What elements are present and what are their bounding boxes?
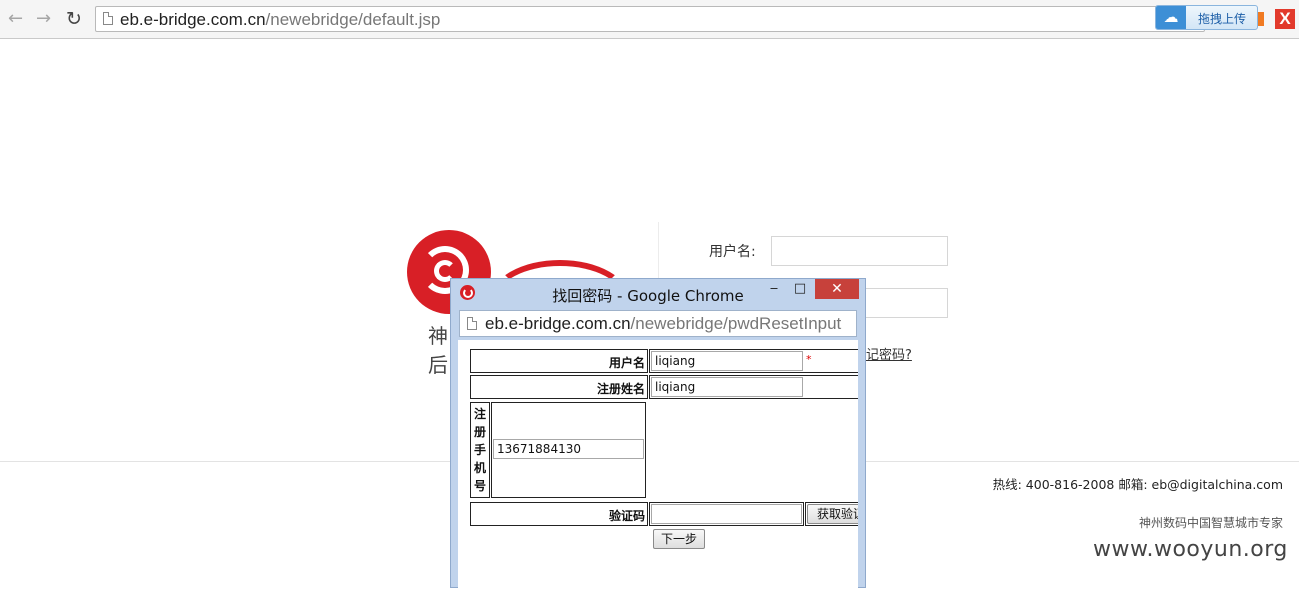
phone-input[interactable]	[493, 439, 644, 459]
forgot-password-link[interactable]: 记密码?	[866, 344, 912, 363]
captcha-input[interactable]	[651, 504, 802, 524]
watermark: www.wooyun.org	[1093, 537, 1288, 562]
get-code-button[interactable]: 获取验证码	[807, 504, 858, 524]
drag-upload-button[interactable]: ☁ 拖拽上传	[1155, 5, 1258, 30]
close-icon[interactable]: X	[1275, 9, 1295, 29]
minimize-icon[interactable]: ‒	[767, 279, 781, 299]
login-username-label: 用户名:	[709, 244, 756, 260]
upload-label: 拖拽上传	[1198, 12, 1247, 26]
extension-icon[interactable]	[1258, 12, 1264, 26]
popup-address-bar[interactable]: eb.e-bridge.com.cn/newebridge/pwdResetIn…	[459, 310, 857, 337]
username-value-cell: *	[649, 349, 858, 373]
regname-value-cell	[649, 375, 858, 399]
login-username-input[interactable]	[771, 236, 948, 266]
phone-label: 注 册 手 机 号	[473, 407, 486, 493]
captcha-label-cell: 验证码	[470, 502, 648, 526]
popup-titlebar[interactable]: 找回密码 - Google Chrome ‒ □ ✕	[451, 279, 865, 307]
phone-value-cell	[491, 402, 646, 498]
regname-label-cell: 注册姓名	[470, 375, 648, 399]
browser-toolbar: ← → ↻ eb.e-bridge.com.cn/newebridge/defa…	[0, 0, 1299, 39]
regname-label: 注册姓名	[596, 382, 645, 396]
next-step-button[interactable]: 下一步	[653, 529, 705, 549]
logo-text-2: 后	[428, 353, 448, 377]
footer-contact: 热线: 400-816-2008 邮箱: eb@digitalchina.com	[992, 477, 1283, 492]
get-code-cell: 获取验证码	[805, 502, 858, 526]
footer-slogan: 神州数码中国智慧城市专家	[1138, 516, 1283, 530]
password-reset-popup: 找回密码 - Google Chrome ‒ □ ✕ eb.e-bridge.c…	[450, 278, 866, 590]
maximize-icon[interactable]: □	[793, 279, 807, 299]
popup-close-icon[interactable]: ✕	[815, 279, 859, 299]
captcha-label: 验证码	[608, 509, 645, 523]
address-url: eb.e-bridge.com.cn/newebridge/default.js…	[120, 10, 441, 29]
forward-arrow-icon[interactable]: →	[36, 8, 51, 30]
cloud-upload-icon: ☁	[1156, 6, 1186, 29]
captcha-value-cell	[649, 502, 804, 526]
reset-form: 用户名 * 注册姓名 注 册 手 机 号 验证码	[458, 340, 858, 590]
address-bar[interactable]: eb.e-bridge.com.cn/newebridge/default.js…	[95, 6, 1205, 32]
required-mark: *	[806, 353, 812, 366]
reload-icon[interactable]: ↻	[66, 8, 82, 30]
logo-text-1: 神	[428, 324, 448, 348]
back-arrow-icon[interactable]: ←	[8, 8, 23, 30]
popup-url: eb.e-bridge.com.cn/newebridge/pwdResetIn…	[485, 314, 842, 333]
regname-input[interactable]	[651, 377, 803, 397]
page-icon	[103, 12, 113, 25]
username-label: 用户名	[608, 356, 645, 370]
username-input[interactable]	[651, 351, 803, 371]
page-icon	[467, 317, 477, 330]
username-label-cell: 用户名	[470, 349, 648, 373]
phone-label-cell: 注 册 手 机 号	[470, 402, 490, 498]
